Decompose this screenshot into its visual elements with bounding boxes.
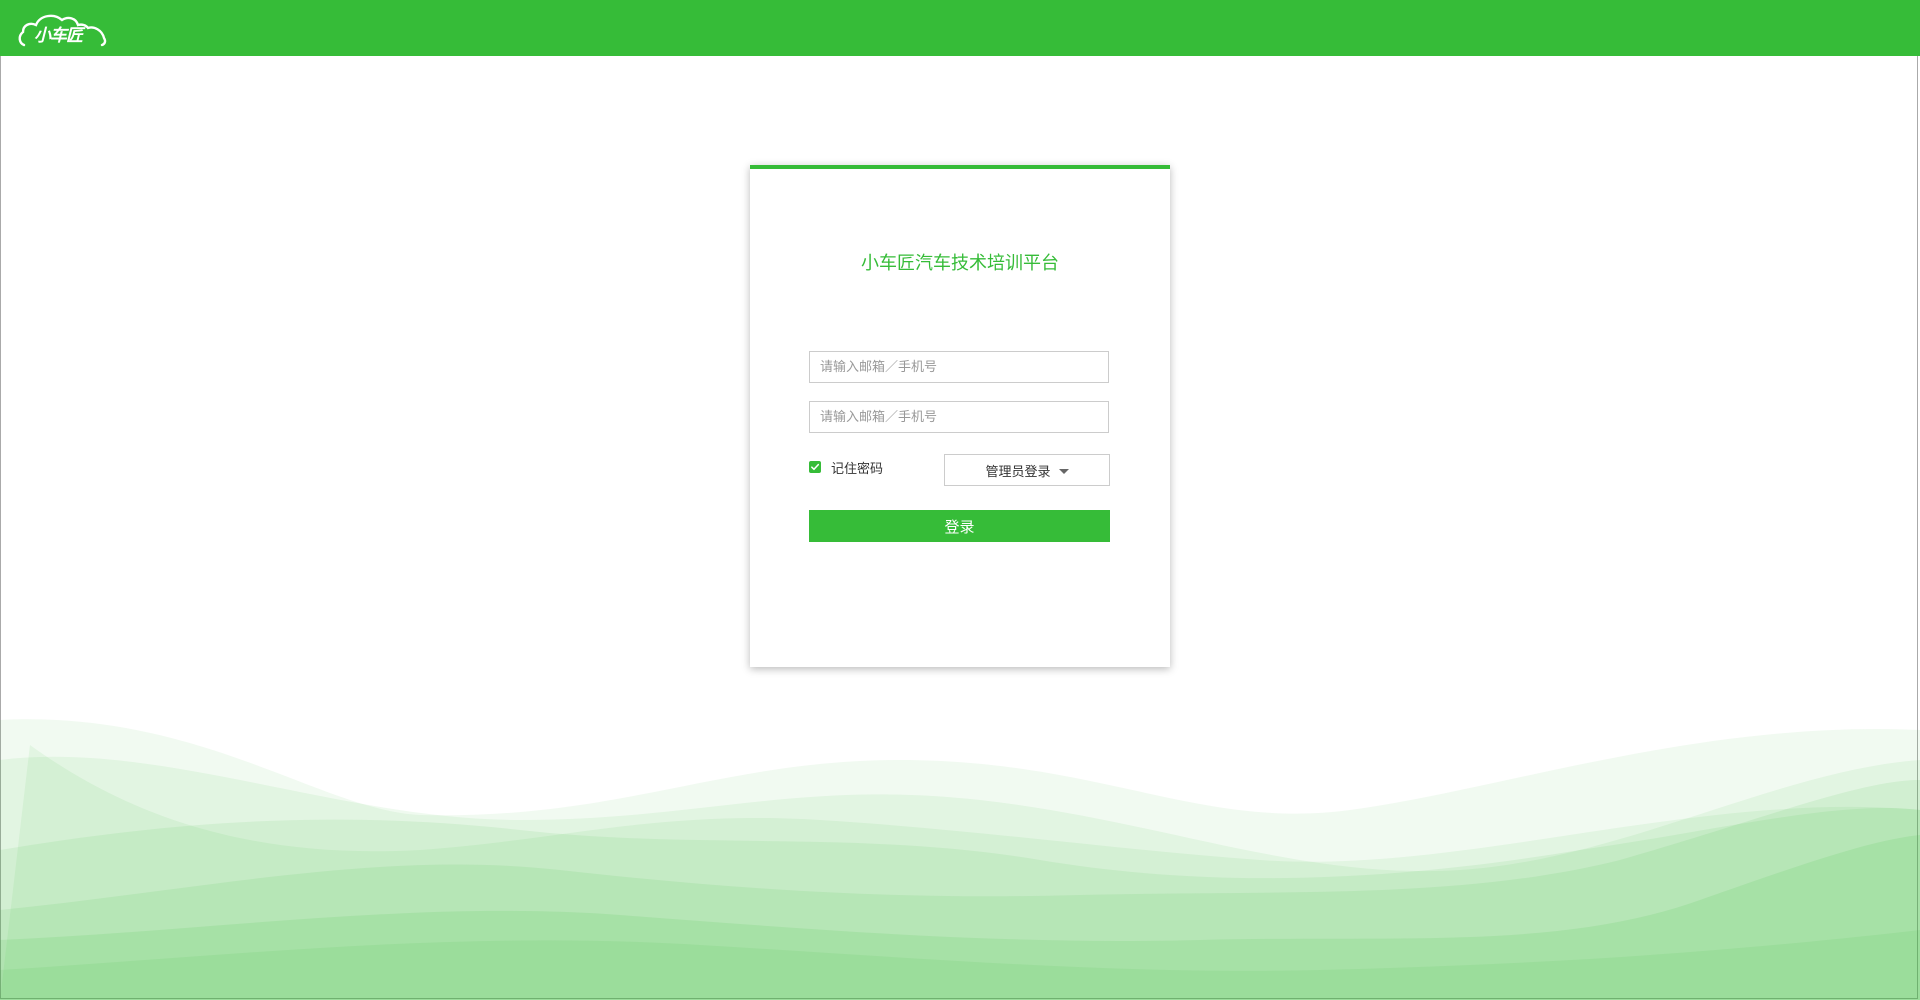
password-input[interactable]	[809, 401, 1109, 433]
login-role-value: 管理员登录	[985, 464, 1051, 480]
login-button[interactable]: 登录	[809, 510, 1110, 542]
platform-title: 小车匠汽车技术培训平台	[861, 253, 1059, 274]
remember-checkbox[interactable]	[809, 461, 821, 473]
caret-down-icon	[1058, 468, 1069, 474]
logo-text: 小车匠	[34, 26, 83, 46]
brand-logo[interactable]: 小车匠	[18, 10, 110, 48]
login-role-dropdown[interactable]: 管理员登录	[944, 454, 1110, 486]
checkmark-icon	[811, 463, 820, 471]
top-bar: 小车匠	[0, 0, 1920, 56]
wave-background	[0, 719, 1920, 1000]
login-card: 小车匠汽车技术培训平台 记住密码 管理员登录 登录	[750, 165, 1170, 667]
account-input[interactable]	[809, 351, 1109, 383]
remember-label: 记住密码	[831, 461, 884, 477]
remember-password[interactable]: 记住密码	[809, 457, 883, 477]
